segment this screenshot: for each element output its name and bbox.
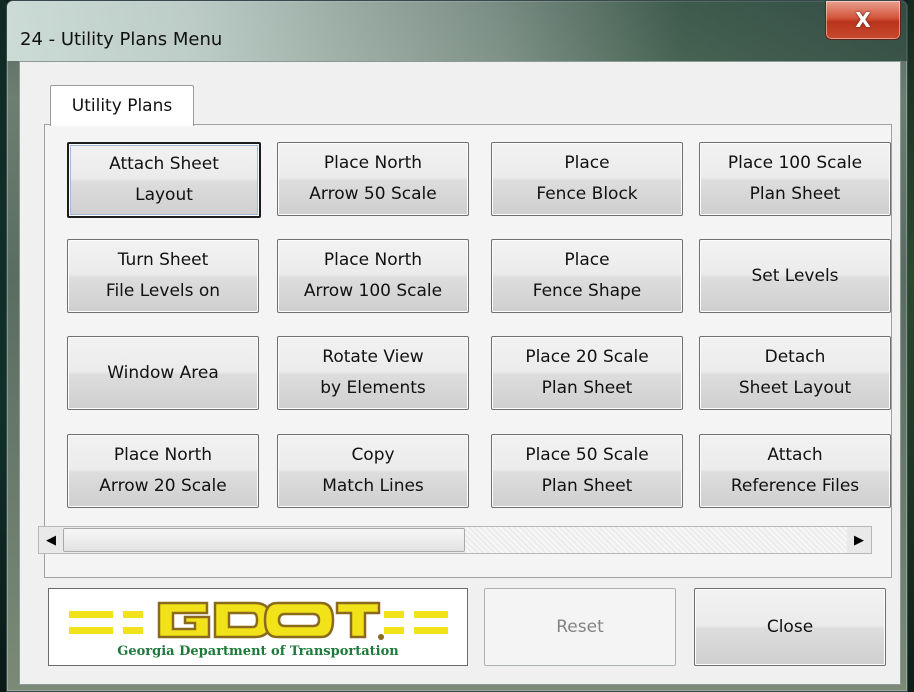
window-area-button[interactable]: Window Area (67, 336, 259, 410)
dialog-window: 24 - Utility Plans Menu X Utility Plans … (6, 0, 908, 692)
place-north-arrow-20-scale-button[interactable]: Place North Arrow 20 Scale (67, 434, 259, 508)
scroll-right-icon[interactable]: ▶ (847, 527, 871, 553)
set-levels-button[interactable]: Set Levels (699, 239, 891, 313)
logo-caption: Georgia Department of Transportation (117, 644, 399, 659)
gdot-logo-graphic: Georgia Department of Transportation (69, 601, 448, 659)
close-icon: X (855, 8, 871, 32)
scroll-left-icon[interactable]: ◀ (39, 527, 63, 553)
place-20-scale-plan-sheet-button[interactable]: Place 20 Scale Plan Sheet (491, 336, 683, 410)
place-north-arrow-100-scale-button[interactable]: Place North Arrow 100 Scale (277, 239, 469, 313)
window-title: 24 - Utility Plans Menu (20, 29, 223, 50)
place-50-scale-plan-sheet-button[interactable]: Place 50 Scale Plan Sheet (491, 434, 683, 508)
tab-utility-plans[interactable]: Utility Plans (50, 85, 194, 126)
title-bar[interactable]: 24 - Utility Plans Menu X (7, 1, 907, 61)
gdot-logo: Georgia Department of Transportation (48, 588, 468, 666)
place-north-arrow-50-scale-button[interactable]: Place North Arrow 50 Scale (277, 142, 469, 216)
attach-reference-files-button[interactable]: Attach Reference Files (699, 434, 891, 508)
place-fence-shape-button[interactable]: Place Fence Shape (491, 239, 683, 313)
reset-button[interactable]: Reset (484, 588, 676, 666)
close-button[interactable]: Close (694, 588, 886, 666)
horizontal-scrollbar[interactable]: ◀ ▶ (38, 526, 872, 554)
place-fence-block-button[interactable]: Place Fence Block (491, 142, 683, 216)
tab-panel: Attach Sheet Layout Place North Arrow 50… (44, 124, 892, 578)
attach-sheet-layout-button[interactable]: Attach Sheet Layout (67, 142, 261, 218)
desktop-background-right (908, 0, 914, 692)
dialog-client-area: Utility Plans Attach Sheet Layout Place … (19, 61, 901, 685)
copy-match-lines-button[interactable]: Copy Match Lines (277, 434, 469, 508)
turn-sheet-file-levels-on-button[interactable]: Turn Sheet File Levels on (67, 239, 259, 313)
scrollbar-thumb[interactable] (63, 528, 465, 552)
rotate-view-by-elements-button[interactable]: Rotate View by Elements (277, 336, 469, 410)
detach-sheet-layout-button[interactable]: Detach Sheet Layout (699, 336, 891, 410)
place-100-scale-plan-sheet-button[interactable]: Place 100 Scale Plan Sheet (699, 142, 891, 216)
window-close-button[interactable]: X (825, 1, 901, 40)
scrollbar-track[interactable] (465, 527, 847, 553)
